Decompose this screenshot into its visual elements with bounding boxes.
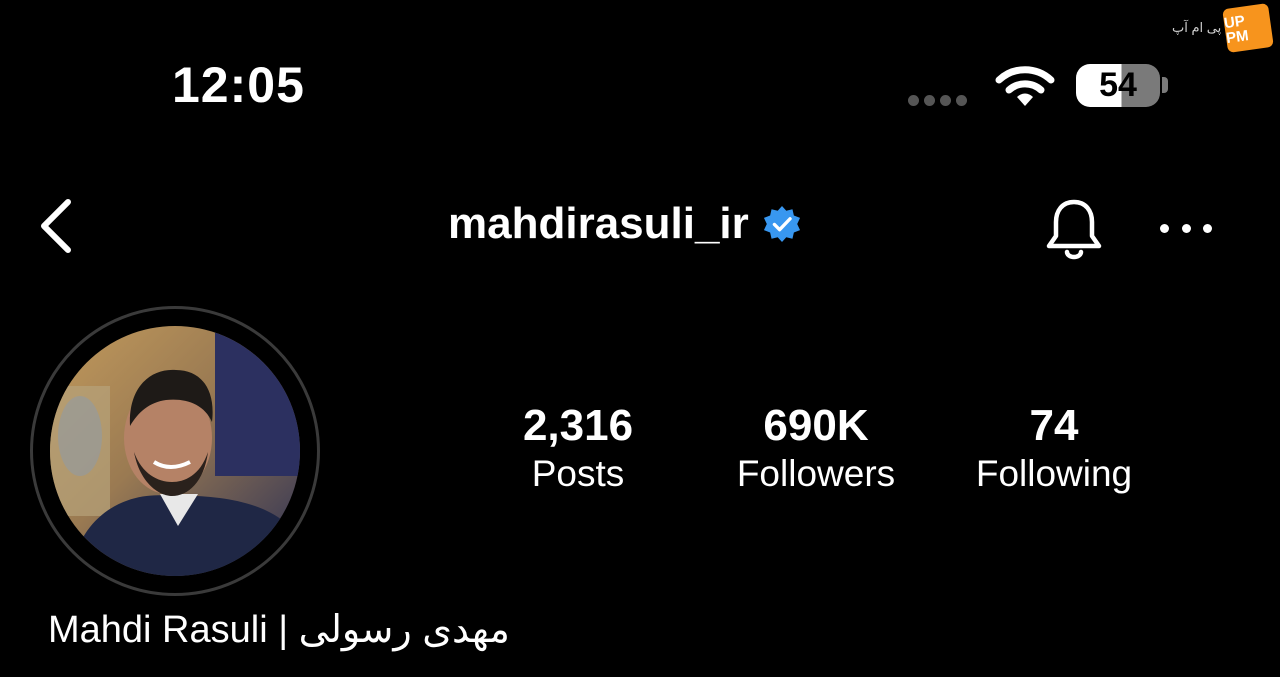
bell-icon[interactable] <box>1042 196 1106 260</box>
watermark-logo: UP PM <box>1222 3 1275 53</box>
more-options-icon[interactable] <box>1160 214 1212 242</box>
watermark: پی ام آپ UP PM <box>1172 3 1275 53</box>
profile-display-name: Mahdi Rasuli | مهدی رسولی <box>48 609 510 651</box>
stat-followers[interactable]: 690K Followers <box>716 401 916 498</box>
username: mahdirasuli_ir <box>448 199 749 248</box>
status-time: 12:05 <box>172 57 305 113</box>
stat-following[interactable]: 74 Following <box>952 401 1156 498</box>
battery-indicator: 54 <box>1076 64 1160 107</box>
battery-level: 54 <box>1099 66 1137 104</box>
avatar[interactable] <box>50 326 300 576</box>
followers-count: 690K <box>763 401 869 450</box>
watermark-text: پی ام آپ <box>1172 20 1222 35</box>
followers-label: Followers <box>736 453 896 495</box>
verified-badge-icon <box>763 205 800 243</box>
cellular-signal-icon <box>908 95 967 106</box>
stat-posts[interactable]: 2,316 Posts <box>498 401 658 498</box>
following-label: Following <box>975 453 1133 495</box>
following-count: 74 <box>1029 401 1079 450</box>
profile-header-title: mahdirasuli_ir <box>448 202 801 246</box>
wifi-icon <box>995 66 1055 106</box>
posts-label: Posts <box>531 453 625 495</box>
back-chevron-icon[interactable] <box>36 196 80 256</box>
posts-count: 2,316 <box>522 401 634 450</box>
battery-tip <box>1162 77 1168 93</box>
